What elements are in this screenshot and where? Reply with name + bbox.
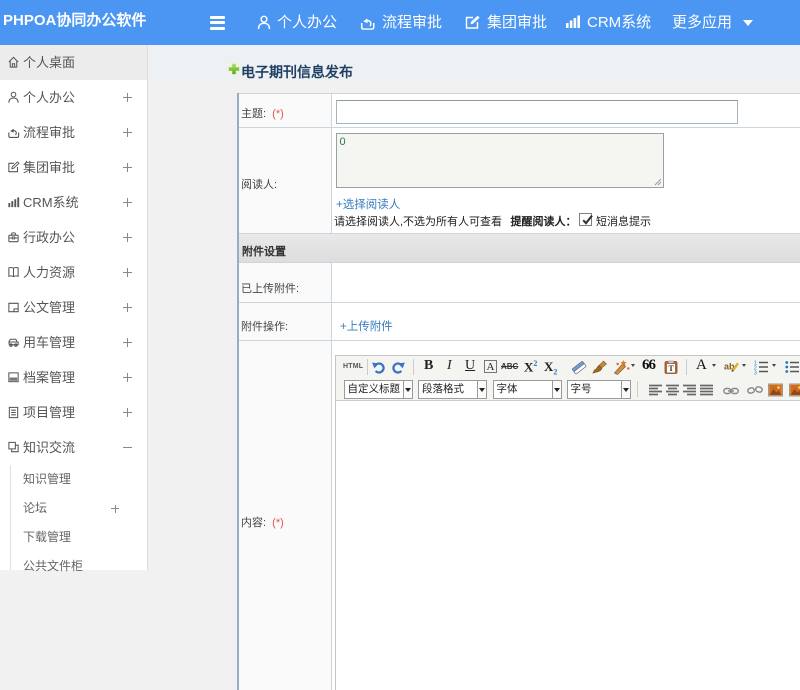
svg-text:3: 3 (754, 371, 757, 376)
svg-text:T: T (668, 364, 674, 373)
